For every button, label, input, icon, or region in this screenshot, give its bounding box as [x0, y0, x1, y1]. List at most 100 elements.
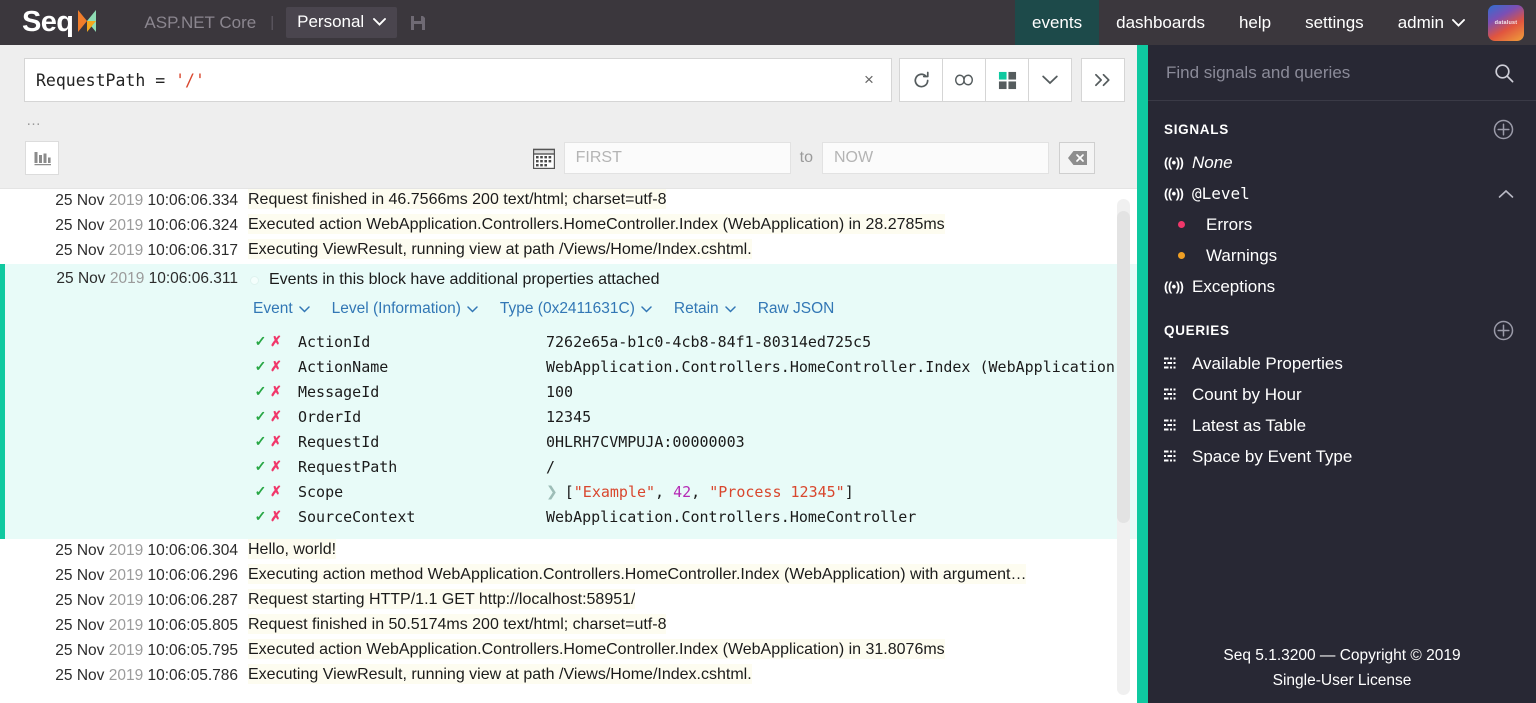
nav-left-group: Seq ASP.NET Core | Personal [0, 0, 426, 45]
nav-tab-help[interactable]: help [1222, 0, 1288, 45]
event-message: Executing ViewResult, running view at pa… [248, 239, 752, 259]
nav-tab-dashboards[interactable]: dashboards [1099, 0, 1222, 45]
property-name: RequestId [298, 432, 380, 451]
detail-menu-type[interactable]: Type (0x2411631C) [500, 300, 652, 318]
calendar-icon[interactable] [532, 148, 555, 169]
include-property-button[interactable]: ✓ [253, 333, 268, 350]
workspace-context: ASP.NET Core | Personal [144, 7, 426, 38]
include-property-button[interactable]: ✓ [253, 458, 268, 475]
query-input[interactable]: RequestPath = '/' × [24, 58, 892, 102]
link-button[interactable] [942, 58, 986, 102]
query-expression-name: RequestPath = [36, 70, 176, 90]
exclude-property-button[interactable]: ✗ [268, 508, 284, 525]
sidebar-query-space-by-event-type[interactable]: Space by Event Type [1148, 441, 1536, 472]
event-row[interactable]: 25 Nov 2019 10:06:05.786 Executing ViewR… [0, 664, 1137, 689]
selected-event-row[interactable]: 25 Nov 2019 10:06:06.311 Events in this … [5, 264, 1137, 295]
property-row: ✓ ✗ RequestPath / [253, 454, 1137, 479]
add-query-button[interactable] [1493, 320, 1514, 341]
event-time: 10:06:06.324 [143, 217, 238, 234]
sidebar-query-count-by-hour-label: Count by Hour [1192, 384, 1302, 404]
exclude-property-button[interactable]: ✗ [268, 383, 284, 400]
include-property-button[interactable]: ✓ [253, 433, 268, 450]
event-row[interactable]: 25 Nov 2019 10:06:05.805 Request finishe… [0, 614, 1137, 639]
detail-menu-level[interactable]: Level (Information) [332, 300, 478, 318]
accent-strip [1137, 45, 1148, 703]
event-time: 10:06:06.317 [143, 242, 238, 259]
seq-app: Seq ASP.NET Core | Personal events dashb… [0, 0, 1536, 703]
sidebar-query-count-by-hour[interactable]: Count by Hour [1148, 379, 1536, 410]
nav-tab-events[interactable]: events [1015, 0, 1100, 45]
exclude-property-button[interactable]: ✗ [268, 433, 284, 450]
detail-menu-retain[interactable]: Retain [674, 300, 736, 318]
collapse-level-icon[interactable] [1498, 189, 1514, 199]
avatar-label: datalust [1494, 19, 1518, 26]
include-property-button[interactable]: ✓ [253, 358, 268, 375]
exclude-property-button[interactable]: ✗ [268, 458, 284, 475]
query-ellipsis[interactable]: … [0, 102, 1137, 130]
exclude-property-button[interactable]: ✗ [268, 483, 284, 500]
refresh-button[interactable] [899, 58, 943, 102]
expand-button[interactable] [1081, 58, 1125, 102]
table-icon [1164, 357, 1192, 370]
detail-menu-raw-json[interactable]: Raw JSON [758, 300, 835, 318]
event-row[interactable]: 25 Nov 2019 10:06:06.334 Request finishe… [0, 189, 1137, 214]
exclude-property-button[interactable]: ✗ [268, 408, 284, 425]
expand-property-icon[interactable]: ❯ [546, 484, 558, 500]
sidebar-query-available-properties-label: Available Properties [1192, 353, 1343, 373]
sidebar-signal-exceptions[interactable]: ((•)) Exceptions [1148, 271, 1536, 302]
event-row[interactable]: 25 Nov 2019 10:06:06.296 Executing actio… [0, 564, 1137, 589]
range-to-input[interactable]: NOW [822, 142, 1049, 174]
include-property-button[interactable]: ✓ [253, 508, 268, 525]
event-date: 25 Nov [55, 617, 109, 634]
event-message: Request starting HTTP/1.1 GET http://loc… [248, 589, 636, 609]
include-property-button[interactable]: ✓ [253, 483, 268, 500]
dot-icon [1178, 252, 1206, 259]
sidebar-signal-errors[interactable]: Errors [1148, 209, 1536, 240]
event-row[interactable]: 25 Nov 2019 10:06:05.795 Executed action… [0, 639, 1137, 664]
include-property-button[interactable]: ✓ [253, 383, 268, 400]
property-value: ["Example", 42, "Process 12345"] [564, 482, 854, 501]
detail-menu-event[interactable]: Event [253, 300, 310, 318]
events-scrollbar-thumb[interactable] [1117, 211, 1130, 523]
event-row[interactable]: 25 Nov 2019 10:06:06.324 Executed action… [0, 214, 1137, 239]
sidebar-signal-level[interactable]: ((•)) @Level [1148, 178, 1536, 209]
workspace-dropdown[interactable]: Personal [286, 7, 398, 38]
add-signal-button[interactable] [1493, 119, 1514, 140]
event-timestamp: 25 Nov 2019 10:06:05.805 [0, 614, 248, 635]
clear-query-button[interactable]: × [847, 59, 891, 101]
sidebar-signal-none-label: None [1192, 152, 1233, 172]
exclude-property-button[interactable]: ✗ [268, 333, 284, 350]
property-row: ✓ ✗ ActionId 7262e65a-b1c0-4cb8-84f1-803… [253, 329, 1137, 354]
more-options-button[interactable] [1028, 58, 1072, 102]
sidebar-footer-license: Single-User License [1272, 672, 1412, 689]
property-name: MessageId [298, 382, 380, 401]
event-row[interactable]: 25 Nov 2019 10:06:06.287 Request startin… [0, 589, 1137, 614]
sidebar-query-latest-as-table[interactable]: Latest as Table [1148, 410, 1536, 441]
clear-range-button[interactable] [1059, 142, 1095, 174]
sidebar-signal-none[interactable]: ((•)) None [1148, 147, 1536, 178]
range-from-input[interactable]: FIRST [563, 142, 791, 174]
sidebar-query-available-properties[interactable]: Available Properties [1148, 348, 1536, 379]
event-row[interactable]: 25 Nov 2019 10:06:06.304 Hello, world! [0, 539, 1137, 564]
nav-tab-admin[interactable]: admin [1381, 0, 1482, 45]
event-year: 2019 [108, 617, 144, 634]
include-property-button[interactable]: ✓ [253, 408, 268, 425]
bar-chart-button[interactable] [25, 141, 59, 175]
layout-button[interactable] [985, 58, 1029, 102]
avatar[interactable]: datalust [1488, 4, 1524, 41]
exclude-property-button[interactable]: ✗ [268, 358, 284, 375]
signal-icon: ((•)) [1164, 155, 1184, 170]
sidebar-signal-warnings[interactable]: Warnings [1148, 240, 1536, 271]
property-value: WebApplication.Controllers.HomeControlle… [546, 507, 917, 526]
seq-logo[interactable]: Seq [22, 8, 97, 37]
sidebar-search-input[interactable] [1164, 61, 1494, 84]
search-icon[interactable] [1494, 63, 1514, 83]
event-date: 25 Nov [55, 642, 109, 659]
queries-section-title: QUERIES [1164, 323, 1230, 338]
event-row[interactable]: 25 Nov 2019 10:06:06.317 Executing ViewR… [0, 239, 1137, 264]
save-icon[interactable] [410, 15, 426, 31]
nav-tab-settings[interactable]: settings [1288, 0, 1381, 45]
event-timestamp: 25 Nov 2019 10:06:06.287 [0, 589, 248, 610]
events-scrollbar[interactable] [1117, 199, 1130, 695]
sidebar-query-latest-as-table-label: Latest as Table [1192, 415, 1307, 435]
